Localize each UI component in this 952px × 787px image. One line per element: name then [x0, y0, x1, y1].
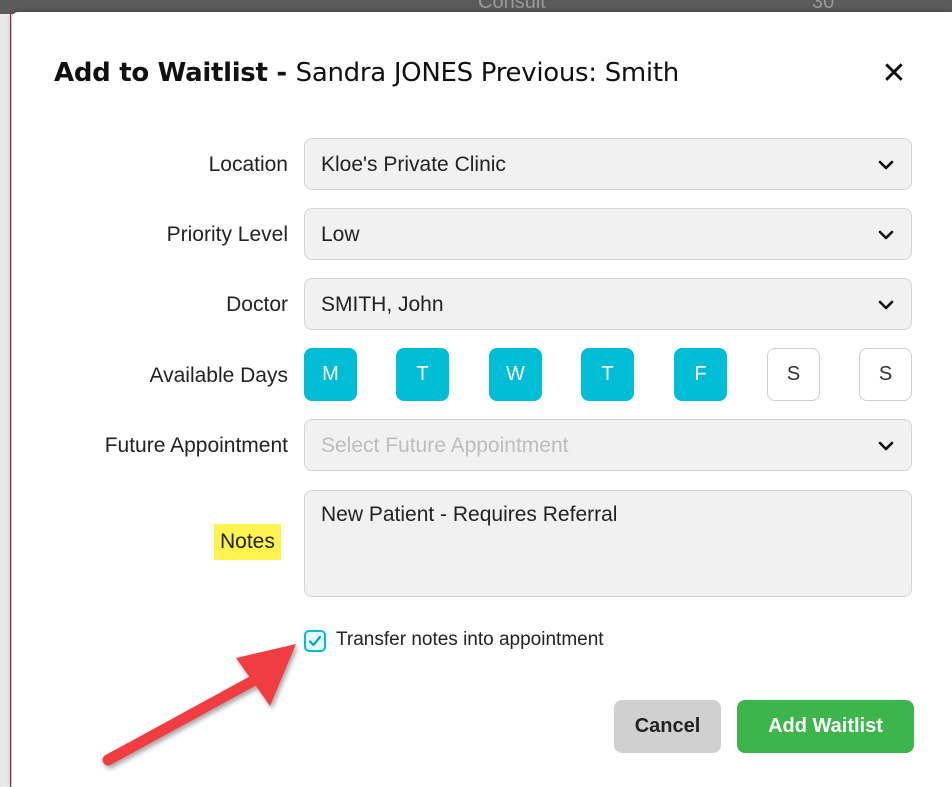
dialog-title: Add to Waitlist - Sandra JONES Previous:…	[54, 58, 679, 88]
day-toggle-friday[interactable]: F	[674, 348, 727, 401]
future-appointment-placeholder: Select Future Appointment	[321, 434, 569, 457]
priority-select[interactable]: Low	[304, 208, 912, 260]
chevron-down-icon	[878, 230, 894, 240]
transfer-notes-checkbox[interactable]	[304, 630, 326, 652]
future-appointment-select[interactable]: Select Future Appointment	[304, 419, 912, 471]
day-toggle-wednesday[interactable]: W	[489, 348, 542, 401]
doctor-select[interactable]: SMITH, John	[304, 278, 912, 330]
doctor-label: Doctor	[226, 293, 288, 316]
close-icon[interactable]: ✕	[876, 56, 912, 92]
notes-label: Notes	[214, 524, 281, 560]
location-value: Kloe's Private Clinic	[321, 153, 506, 176]
cancel-button[interactable]: Cancel	[614, 700, 721, 753]
dialog-title-prefix: Add to Waitlist -	[54, 58, 296, 88]
chevron-down-icon	[878, 441, 894, 451]
day-toggle-sunday[interactable]: S	[859, 348, 912, 401]
chevron-down-icon	[878, 160, 894, 170]
background-divider	[10, 10, 11, 787]
day-toggle-tuesday[interactable]: T	[396, 348, 449, 401]
priority-label: Priority Level	[166, 223, 288, 246]
doctor-value: SMITH, John	[321, 293, 444, 316]
day-toggle-thursday[interactable]: T	[581, 348, 634, 401]
future-appointment-label: Future Appointment	[104, 434, 288, 457]
day-toggle-saturday[interactable]: S	[767, 348, 820, 401]
transfer-notes-label[interactable]: Transfer notes into appointment	[336, 629, 604, 651]
location-select[interactable]: Kloe's Private Clinic	[304, 138, 912, 190]
location-label: Location	[208, 153, 288, 176]
add-to-waitlist-dialog: Add to Waitlist - Sandra JONES Previous:…	[12, 12, 952, 787]
checkmark-icon	[308, 635, 322, 647]
day-toggle-monday[interactable]: M	[304, 348, 357, 401]
available-days-label: Available Days	[149, 364, 288, 387]
add-waitlist-button[interactable]: Add Waitlist	[737, 700, 914, 753]
priority-value: Low	[321, 223, 360, 246]
chevron-down-icon	[878, 300, 894, 310]
dialog-title-patient: Sandra JONES Previous: Smith	[295, 58, 680, 88]
notes-textarea[interactable]: New Patient - Requires Referral	[304, 490, 912, 597]
